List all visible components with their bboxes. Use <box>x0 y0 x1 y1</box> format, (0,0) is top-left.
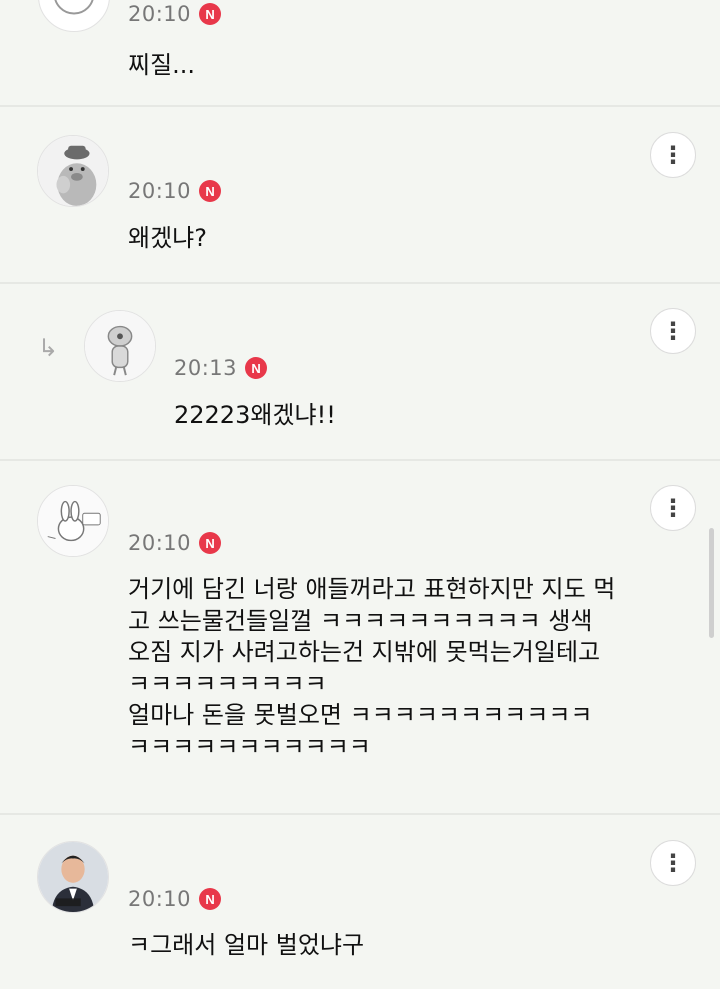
comment-meta: 20:10 N <box>128 531 222 555</box>
comment-text: 거기에 담긴 너랑 애들꺼라고 표현하지만 지도 먹 고 쓰는물건들일껄 ㅋㅋㅋ… <box>128 575 616 761</box>
comment-time: 20:10 <box>128 179 192 203</box>
comment-time: 20:10 <box>128 531 192 555</box>
comment-text: 22223왜겠냐!! <box>174 401 336 429</box>
comment-meta: 20:13 N <box>174 356 268 380</box>
reply-comment-item: ↳ 20:13 N ⋮ 22223왜겠냐!! <box>0 284 720 461</box>
comment-item: 20:10 N 찌질... <box>0 0 720 107</box>
comment-item: 20:10 N ⋮ 거기에 담긴 너랑 애들꺼라고 표현하지만 지도 먹 고 쓰… <box>0 461 720 815</box>
avatar-dog-sketch-icon <box>54 0 94 15</box>
reply-arrow-icon: ↳ <box>38 334 59 362</box>
avatar[interactable] <box>84 310 156 382</box>
comment-meta: 20:10 N <box>128 887 222 911</box>
more-options-button[interactable]: ⋮ <box>650 132 696 178</box>
more-vertical-icon: ⋮ <box>661 849 685 877</box>
avatar-character-icon <box>85 311 155 381</box>
more-options-button[interactable]: ⋮ <box>650 485 696 531</box>
avatar[interactable] <box>37 485 109 557</box>
comment-item: 20:10 N ⋮ ㅋ그래서 얼마 벌었냐구 <box>0 815 720 989</box>
comment-time: 20:10 <box>128 2 192 26</box>
new-badge: N <box>245 357 268 379</box>
comment-meta: 20:10 N <box>128 179 222 203</box>
more-vertical-icon: ⋮ <box>661 494 685 522</box>
avatar-bear-hat-icon <box>38 136 108 206</box>
more-vertical-icon: ⋮ <box>661 317 685 345</box>
comment-time: 20:13 <box>174 356 238 380</box>
comment-text: 찌질... <box>128 51 196 79</box>
scrollbar[interactable] <box>709 528 714 638</box>
more-options-button[interactable]: ⋮ <box>650 840 696 886</box>
new-badge: N <box>199 888 222 910</box>
new-badge: N <box>199 3 222 25</box>
more-vertical-icon: ⋮ <box>661 141 685 169</box>
comment-time: 20:10 <box>128 887 192 911</box>
new-badge: N <box>199 180 222 202</box>
avatar[interactable] <box>38 0 110 32</box>
avatar-rabbit-sticker-icon <box>38 486 108 556</box>
avatar-photo-icon <box>38 842 108 912</box>
comment-item: 20:10 N ⋮ 왜겠냐? <box>0 107 720 284</box>
comment-text: 왜겠냐? <box>128 224 207 252</box>
more-options-button[interactable]: ⋮ <box>650 308 696 354</box>
avatar[interactable] <box>37 135 109 207</box>
comment-meta: 20:10 N <box>128 2 222 26</box>
comment-text: ㅋ그래서 얼마 벌었냐구 <box>128 931 365 959</box>
new-badge: N <box>199 532 222 554</box>
avatar[interactable] <box>37 841 109 913</box>
